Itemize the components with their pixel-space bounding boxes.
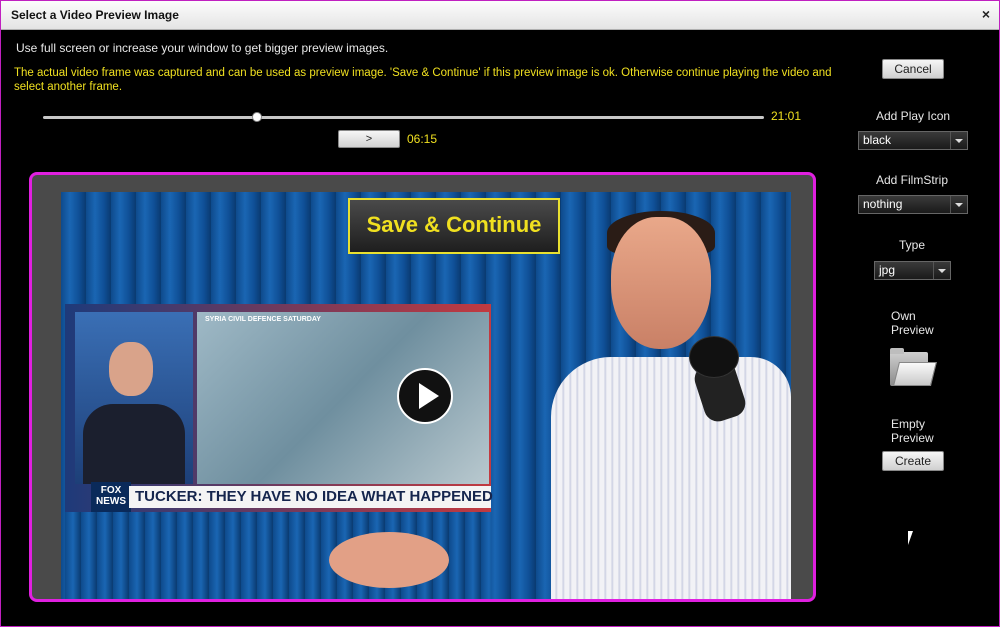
empty-preview-label-line1: Empty xyxy=(891,417,926,431)
create-button[interactable]: Create xyxy=(882,451,944,471)
duration-text: 21:01 xyxy=(771,109,802,123)
chevron-down-icon xyxy=(950,196,967,213)
timeline-slider-thumb[interactable] xyxy=(252,112,263,122)
cancel-button[interactable]: Cancel xyxy=(882,59,944,79)
own-preview-label-line1: Own xyxy=(891,309,916,323)
hint-text: Use full screen or increase your window … xyxy=(16,41,389,55)
fox-news-logo: FOX NEWS xyxy=(91,482,131,512)
hand-image xyxy=(329,532,449,588)
type-select-value: jpg xyxy=(879,263,896,277)
preview-frame: SYRIA CIVIL DEFENCE SATURDAY FOX NEWS TU… xyxy=(29,172,816,602)
title-bar: Select a Video Preview Image × xyxy=(0,0,1000,30)
filmstrip-select-value: nothing xyxy=(863,197,903,211)
chevron-down-icon xyxy=(933,262,950,279)
play-icon-label: Add Play Icon xyxy=(876,109,951,123)
window-title: Select a Video Preview Image xyxy=(11,8,179,22)
tv-anchor-image xyxy=(75,312,193,484)
tv-banner: TUCKER: THEY HAVE NO IDEA WHAT HAPPENED xyxy=(129,486,493,508)
chevron-down-icon xyxy=(950,132,967,149)
microphone-image xyxy=(689,332,767,426)
save-continue-button[interactable]: Save & Continue xyxy=(348,198,560,254)
play-overlay-icon xyxy=(397,368,453,424)
filmstrip-label: Add FilmStrip xyxy=(876,173,949,187)
tv-corner-label: SYRIA CIVIL DEFENCE SATURDAY xyxy=(205,316,321,323)
timeline-slider[interactable] xyxy=(43,116,764,119)
current-time-text: 06:15 xyxy=(407,132,438,146)
close-icon[interactable]: × xyxy=(982,6,990,22)
filmstrip-select[interactable]: nothing xyxy=(858,195,968,214)
folder-icon[interactable] xyxy=(890,348,937,388)
mouse-cursor-icon xyxy=(908,531,913,545)
type-label: Type xyxy=(899,238,926,252)
video-frame-image: SYRIA CIVIL DEFENCE SATURDAY FOX NEWS TU… xyxy=(61,192,791,599)
own-preview-label-line2: Preview xyxy=(891,323,934,337)
play-icon-select[interactable]: black xyxy=(858,131,968,150)
play-button[interactable]: > xyxy=(338,130,400,148)
empty-preview-label-line2: Preview xyxy=(891,431,934,445)
info-text: The actual video frame was captured and … xyxy=(14,67,832,93)
tv-banner-text: TUCKER: THEY HAVE NO IDEA WHAT HAPPENED xyxy=(135,488,493,505)
type-select[interactable]: jpg xyxy=(874,261,951,280)
play-icon-select-value: black xyxy=(863,133,892,147)
